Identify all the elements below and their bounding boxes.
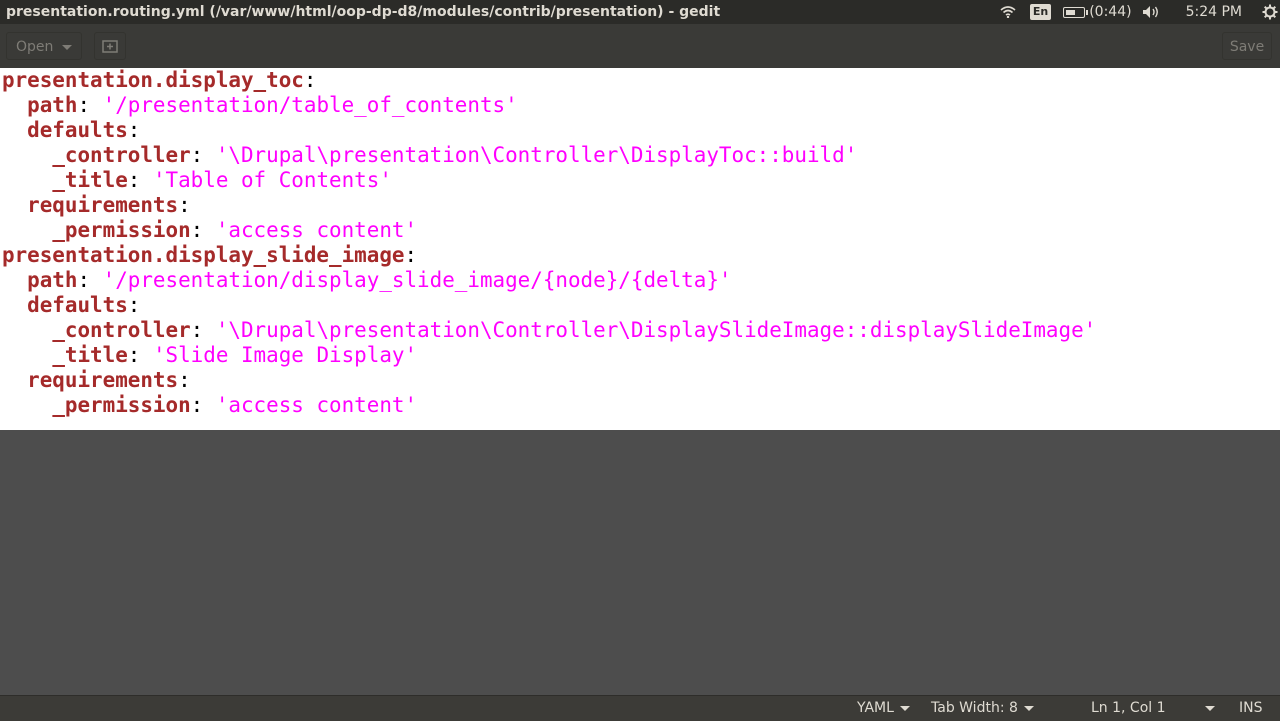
code-line[interactable]: defaults: bbox=[2, 293, 1280, 318]
yaml-value: '\Drupal\presentation\Controller\Display… bbox=[215, 318, 1097, 342]
insert-mode: INS bbox=[1239, 700, 1263, 716]
yaml-key: requirements bbox=[27, 368, 179, 392]
yaml-key: presentation.display_slide_image bbox=[2, 243, 405, 267]
chevron-down-icon[interactable] bbox=[1205, 706, 1215, 711]
new-tab-icon bbox=[102, 40, 118, 53]
yaml-value: '/presentation/display_slide_image/{node… bbox=[102, 268, 732, 292]
text-editor[interactable]: presentation.display_toc: path: '/presen… bbox=[0, 68, 1280, 430]
open-button-label: Open bbox=[16, 39, 54, 55]
toolbar: Open Save bbox=[0, 24, 1280, 69]
yaml-colon: : bbox=[190, 393, 204, 417]
open-button[interactable]: Open bbox=[6, 32, 82, 60]
yaml-colon: : bbox=[303, 68, 317, 92]
yaml-key: path bbox=[27, 268, 78, 292]
code-line[interactable]: _controller: '\Drupal\presentation\Contr… bbox=[2, 143, 1280, 168]
yaml-value: '\Drupal\presentation\Controller\Display… bbox=[215, 143, 858, 167]
wifi-icon[interactable] bbox=[1000, 0, 1016, 24]
top-panel: presentation.routing.yml (/var/www/html/… bbox=[0, 0, 1280, 24]
language-label: YAML bbox=[857, 700, 894, 716]
yaml-colon: : bbox=[190, 143, 204, 167]
yaml-key: defaults bbox=[27, 118, 128, 142]
yaml-value: 'Slide Image Display' bbox=[152, 343, 418, 367]
yaml-value: 'access content' bbox=[215, 393, 418, 417]
code-line[interactable]: requirements: bbox=[2, 368, 1280, 393]
yaml-colon: : bbox=[77, 93, 91, 117]
yaml-key: _permission bbox=[52, 393, 191, 417]
battery-time: (0:44) bbox=[1089, 4, 1132, 20]
yaml-colon: : bbox=[127, 118, 141, 142]
yaml-key: _title bbox=[52, 168, 128, 192]
volume-icon[interactable] bbox=[1142, 0, 1162, 24]
code-line[interactable]: _permission: 'access content' bbox=[2, 218, 1280, 243]
yaml-colon: : bbox=[127, 168, 141, 192]
chevron-down-icon bbox=[899, 705, 910, 711]
battery-icon bbox=[1063, 6, 1089, 18]
yaml-colon: : bbox=[127, 293, 141, 317]
yaml-key: path bbox=[27, 93, 78, 117]
cursor-position[interactable]: Ln 1, Col 1 bbox=[1091, 696, 1166, 721]
language-selector[interactable]: YAML bbox=[857, 696, 910, 721]
keyboard-language-indicator[interactable]: En bbox=[1029, 4, 1052, 20]
yaml-colon: : bbox=[178, 368, 191, 392]
code-line[interactable]: path: '/presentation/table_of_contents' bbox=[2, 93, 1280, 118]
tab-width-selector[interactable]: Tab Width: 8 bbox=[931, 696, 1034, 721]
battery-indicator[interactable]: (0:44) bbox=[1063, 0, 1132, 24]
yaml-value: 'access content' bbox=[215, 218, 418, 242]
code-line[interactable]: _permission: 'access content' bbox=[2, 393, 1280, 418]
yaml-key: _permission bbox=[52, 218, 191, 242]
yaml-key: presentation.display_toc bbox=[2, 68, 304, 92]
yaml-colon: : bbox=[77, 268, 91, 292]
yaml-key: _title bbox=[52, 343, 128, 367]
window-title: presentation.routing.yml (/var/www/html/… bbox=[6, 4, 721, 20]
yaml-key: _controller bbox=[52, 143, 191, 167]
save-button[interactable]: Save bbox=[1222, 32, 1272, 60]
yaml-key: defaults bbox=[27, 293, 128, 317]
new-tab-button[interactable] bbox=[94, 32, 126, 60]
code-line[interactable]: presentation.display_toc: bbox=[2, 68, 1280, 93]
code-line[interactable]: path: '/presentation/display_slide_image… bbox=[2, 268, 1280, 293]
yaml-colon: : bbox=[190, 218, 204, 242]
code-line[interactable]: defaults: bbox=[2, 118, 1280, 143]
yaml-colon: : bbox=[404, 243, 418, 267]
chevron-down-icon bbox=[1023, 705, 1034, 711]
yaml-value: '/presentation/table_of_contents' bbox=[102, 93, 518, 117]
yaml-key: _controller bbox=[52, 318, 191, 342]
code-line[interactable]: _controller: '\Drupal\presentation\Contr… bbox=[2, 318, 1280, 343]
yaml-key: requirements bbox=[27, 193, 179, 217]
indicator-area: En (0:44) 5:24 PM bbox=[1000, 0, 1280, 24]
code-line[interactable]: _title: 'Table of Contents' bbox=[2, 168, 1280, 193]
tab-width-label: Tab Width: 8 bbox=[931, 700, 1018, 716]
yaml-colon: : bbox=[127, 343, 141, 367]
code-line[interactable]: requirements: bbox=[2, 193, 1280, 218]
yaml-colon: : bbox=[190, 318, 204, 342]
clock[interactable]: 5:24 PM bbox=[1186, 0, 1242, 24]
yaml-colon: : bbox=[178, 193, 191, 217]
status-bar: YAML Tab Width: 8 Ln 1, Col 1 INS bbox=[0, 695, 1280, 721]
code-line[interactable]: presentation.display_slide_image: bbox=[2, 243, 1280, 268]
code-line[interactable]: _title: 'Slide Image Display' bbox=[2, 343, 1280, 368]
chevron-down-icon bbox=[62, 45, 72, 50]
yaml-value: 'Table of Contents' bbox=[152, 168, 392, 192]
code-view[interactable]: presentation.display_toc: path: '/presen… bbox=[0, 68, 1280, 418]
gear-icon[interactable] bbox=[1262, 0, 1278, 24]
